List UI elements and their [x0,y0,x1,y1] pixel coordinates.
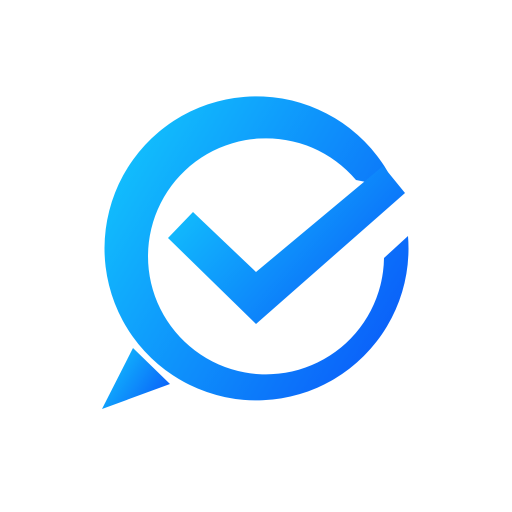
chat-bubble-ring-icon [104,96,409,401]
check-mark-icon [168,166,405,324]
app-icon-canvas [0,0,512,512]
chat-check-logo-icon [102,96,409,409]
